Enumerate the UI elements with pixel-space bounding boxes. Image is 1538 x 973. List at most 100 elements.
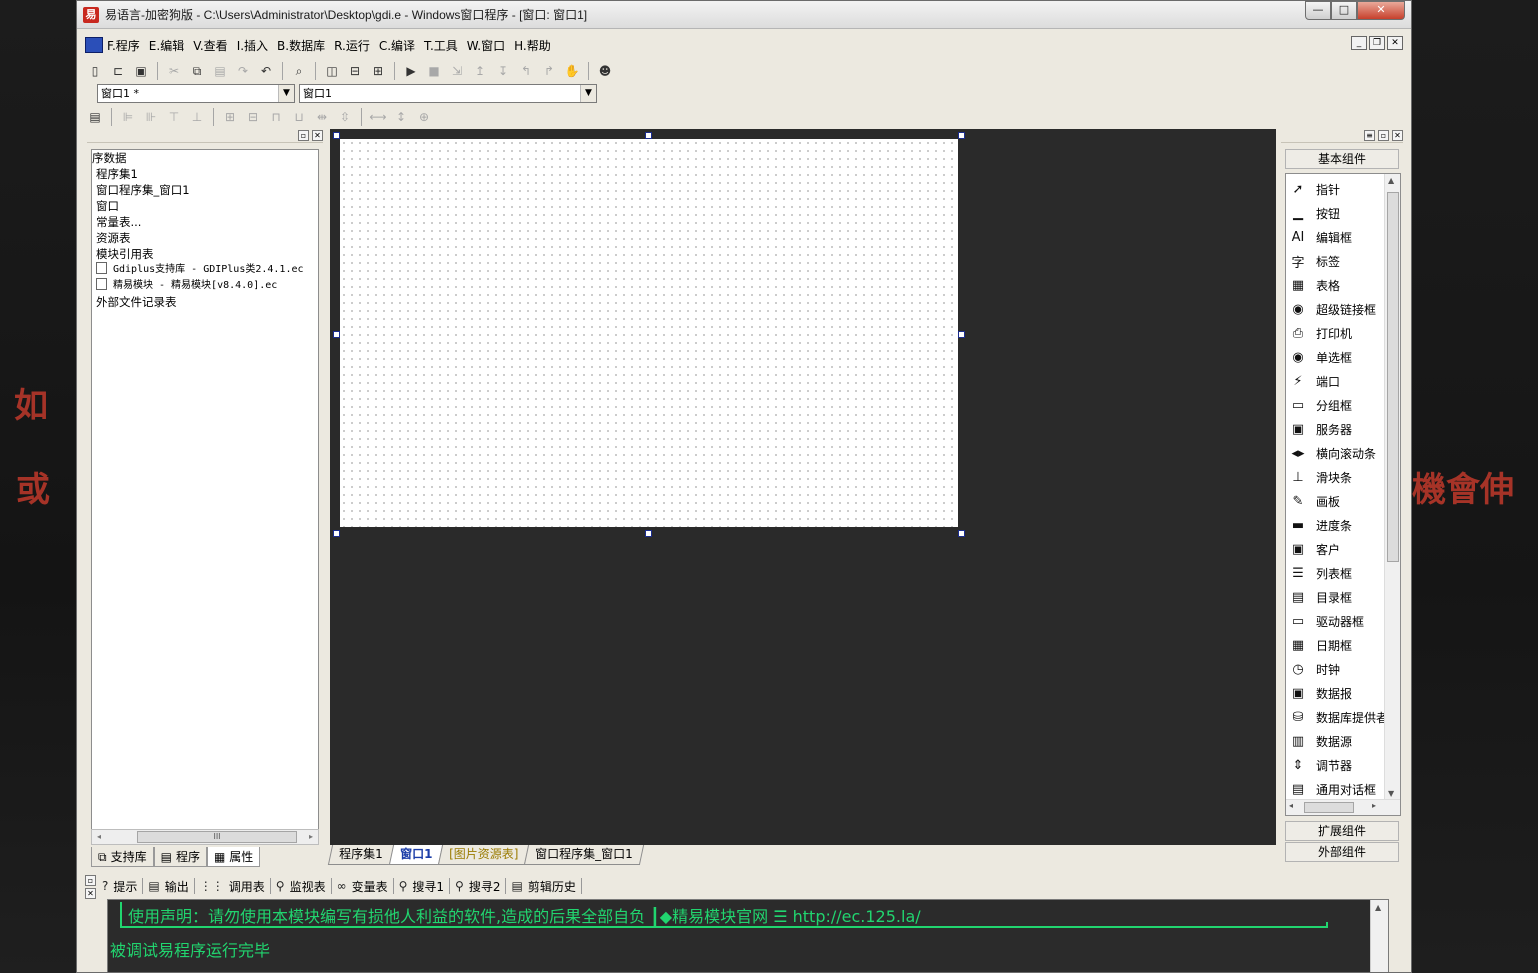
panel-close-button[interactable]: ✕ bbox=[1392, 130, 1403, 141]
menu-edit[interactable]: E.编辑 bbox=[149, 37, 184, 54]
tab-window1[interactable]: 窗口1 bbox=[388, 845, 444, 865]
tree-item[interactable]: 窗口程序集_窗口1 bbox=[92, 182, 318, 198]
fit-height-icon[interactable]: ↕ bbox=[391, 107, 411, 127]
align-left-icon[interactable]: ⊫ bbox=[118, 107, 138, 127]
module-item[interactable]: 精易模块 - 精易模块[v8.4.0].ec bbox=[92, 278, 318, 294]
form-designer[interactable] bbox=[330, 129, 1276, 845]
component-item[interactable]: ▭ 分组框 bbox=[1286, 393, 1400, 417]
open-folder-icon[interactable]: ⊏ bbox=[108, 61, 128, 81]
component-item[interactable]: ▦ 日期框 bbox=[1286, 633, 1400, 657]
step-1-icon[interactable]: ⇲ bbox=[447, 61, 467, 81]
component-item[interactable]: ⎙ 打印机 bbox=[1286, 321, 1400, 345]
component-item[interactable]: ⛁ 数据库提供者 bbox=[1286, 705, 1400, 729]
tree-item[interactable]: 程序集1 bbox=[92, 166, 318, 182]
step-3-icon[interactable]: ↧ bbox=[493, 61, 513, 81]
scroll-up-icon[interactable]: ▲ bbox=[1388, 176, 1394, 185]
panel-restore-button[interactable]: ▫ bbox=[1378, 130, 1389, 141]
tree-item[interactable]: 常量表... bbox=[92, 214, 318, 230]
output-tab[interactable]: ⚲ 监视表 bbox=[271, 878, 332, 894]
stop-icon[interactable]: ■ bbox=[424, 61, 444, 81]
tab-support-library[interactable]: ⧉ 支持库 bbox=[91, 847, 154, 867]
component-item[interactable]: ◉ 超级链接框 bbox=[1286, 297, 1400, 321]
close-button[interactable]: ✕ bbox=[1357, 1, 1405, 20]
component-item[interactable]: ▦ 表格 bbox=[1286, 273, 1400, 297]
cut-icon[interactable]: ✂ bbox=[164, 61, 184, 81]
tab-window-program-set[interactable]: 窗口程序集_窗口1 bbox=[524, 845, 645, 865]
scroll-right-icon[interactable]: ▸ bbox=[1372, 801, 1376, 810]
doc-icon[interactable] bbox=[85, 37, 103, 53]
fit-both-icon[interactable]: ⊕ bbox=[414, 107, 434, 127]
space-h-icon[interactable]: ⇹ bbox=[312, 107, 332, 127]
save-icon[interactable]: ▣ bbox=[131, 61, 151, 81]
mdi-close-button[interactable]: ✕ bbox=[1387, 36, 1403, 50]
resize-handle[interactable] bbox=[333, 331, 340, 338]
output-tab[interactable]: ? 提示 bbox=[97, 878, 144, 894]
step-4-icon[interactable]: ↰ bbox=[516, 61, 536, 81]
component-item[interactable]: ◂▸ 横向滚动条 bbox=[1286, 441, 1400, 465]
event-combo[interactable]: 窗口1 ▼ bbox=[299, 84, 597, 103]
form-icon[interactable]: ▤ bbox=[85, 107, 105, 127]
component-item[interactable]: ⇕ 调节器 bbox=[1286, 753, 1400, 777]
component-item[interactable]: ☰ 列表框 bbox=[1286, 561, 1400, 585]
tree-item[interactable]: 外部文件记录表 bbox=[92, 294, 318, 310]
tree-item[interactable]: 窗口 bbox=[92, 198, 318, 214]
undo-icon[interactable]: ↶ bbox=[256, 61, 276, 81]
step-5-icon[interactable]: ↱ bbox=[539, 61, 559, 81]
output-tab[interactable]: ∞ 变量表 bbox=[332, 878, 394, 894]
panel-close-button[interactable]: ✕ bbox=[312, 130, 323, 141]
maximize-button[interactable]: □ bbox=[1331, 1, 1357, 20]
component-item[interactable]: ▣ 客户 bbox=[1286, 537, 1400, 561]
layout-1-icon[interactable]: ◫ bbox=[322, 61, 342, 81]
component-item[interactable]: ▣ 数据报 bbox=[1286, 681, 1400, 705]
new-file-icon[interactable]: ▯ bbox=[85, 61, 105, 81]
tab-program-set1[interactable]: 程序集1 bbox=[327, 845, 394, 865]
component-item[interactable]: ▥ 数据源 bbox=[1286, 729, 1400, 753]
tree-item[interactable]: 模块引用表 bbox=[92, 246, 318, 262]
extended-components-header[interactable]: 扩展组件 bbox=[1285, 821, 1399, 841]
output-close-button[interactable]: ✕ bbox=[85, 888, 96, 899]
resize-handle[interactable] bbox=[958, 331, 965, 338]
resize-handle[interactable] bbox=[333, 132, 340, 139]
output-tab[interactable]: ⋮⋮ 调用表 bbox=[195, 878, 271, 894]
mdi-minimize-button[interactable]: _ bbox=[1351, 36, 1367, 50]
scroll-left-icon[interactable]: ◂ bbox=[1289, 801, 1293, 810]
menu-program[interactable]: F.程序 bbox=[107, 37, 140, 54]
component-item[interactable]: ▬ 进度条 bbox=[1286, 513, 1400, 537]
form-window1[interactable] bbox=[340, 139, 958, 527]
run-icon[interactable]: ▶ bbox=[401, 61, 421, 81]
tab-program[interactable]: ▤ 程序 bbox=[153, 847, 207, 867]
object-combo[interactable]: 窗口1 * ▼ bbox=[97, 84, 295, 103]
component-list[interactable]: ➚ 指针 ▁ 按钮 AI 编辑框字标签 ▦ 表格 ◉ 超级链接框 ⎙ 打印机 ◉ 单选框 ⚡ 端口 ▭ 分组框 ▣ 服… bbox=[1285, 173, 1401, 816]
title-bar[interactable]: 易 易语言-加密狗版 - C:\Users\Administrator\Desk… bbox=[77, 1, 1411, 29]
output-tab[interactable]: ▤ 输出 bbox=[143, 878, 195, 894]
menu-tools[interactable]: T.工具 bbox=[424, 37, 458, 54]
hand-icon[interactable]: ✋ bbox=[562, 61, 582, 81]
menu-compile[interactable]: C.编译 bbox=[379, 37, 415, 54]
scroll-right-icon[interactable]: ▸ bbox=[304, 830, 318, 844]
menu-help[interactable]: H.帮助 bbox=[514, 37, 551, 54]
component-vscrollbar[interactable]: ▲ ▼ bbox=[1384, 174, 1400, 800]
layout-3-icon[interactable]: ⊞ bbox=[368, 61, 388, 81]
menu-insert[interactable]: I.插入 bbox=[237, 37, 268, 54]
component-item[interactable]: ➚ 指针 bbox=[1286, 177, 1400, 201]
resize-handle[interactable] bbox=[645, 530, 652, 537]
component-item[interactable]: ⊥ 滑块条 bbox=[1286, 465, 1400, 489]
component-item[interactable]: 字标签 bbox=[1286, 249, 1400, 273]
panel-menu-button[interactable]: ≡ bbox=[1364, 130, 1375, 141]
step-2-icon[interactable]: ↥ bbox=[470, 61, 490, 81]
output-vscrollbar[interactable]: ▲ bbox=[1370, 900, 1388, 972]
center-v-icon[interactable]: ⊟ bbox=[243, 107, 263, 127]
component-item[interactable]: ▤ 目录框 bbox=[1286, 585, 1400, 609]
resize-handle[interactable] bbox=[958, 132, 965, 139]
component-item[interactable]: ◉ 单选框 bbox=[1286, 345, 1400, 369]
mdi-restore-button[interactable]: ❐ bbox=[1369, 36, 1385, 50]
menu-run[interactable]: R.运行 bbox=[334, 37, 370, 54]
same-width-icon[interactable]: ⊓ bbox=[266, 107, 286, 127]
tab-image-resources[interactable]: [图片资源表] bbox=[437, 845, 530, 865]
scroll-thumb[interactable]: III bbox=[137, 831, 297, 843]
helper-icon[interactable]: ☻ bbox=[595, 61, 615, 81]
component-item[interactable]: AI 编辑框 bbox=[1286, 225, 1400, 249]
component-item[interactable]: ▭ 驱动器框 bbox=[1286, 609, 1400, 633]
fit-width-icon[interactable]: ⟷ bbox=[368, 107, 388, 127]
component-item[interactable]: ▤ 通用对话框 bbox=[1286, 777, 1400, 801]
